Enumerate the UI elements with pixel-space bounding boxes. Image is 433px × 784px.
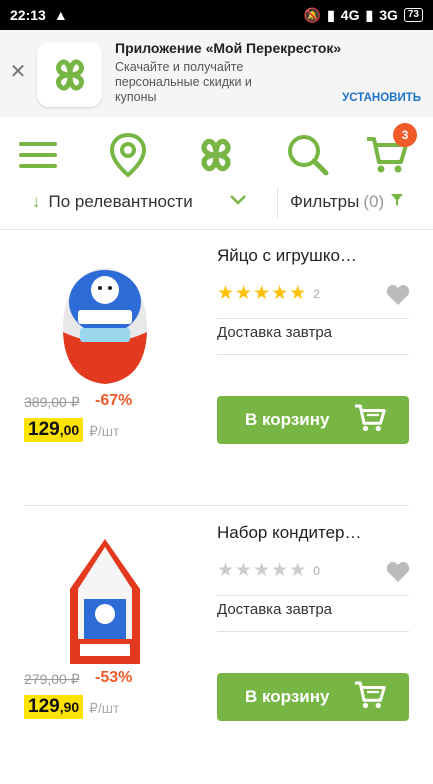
location-pin-icon[interactable]: [108, 129, 148, 181]
network-4g: 4G: [340, 7, 360, 23]
current-price: 129 ,90: [24, 695, 84, 719]
star-icon: ★: [235, 560, 253, 581]
product-image-kinder-egg[interactable]: [50, 252, 160, 397]
star-icon: ★: [271, 560, 289, 581]
star-icon: ★: [235, 283, 253, 304]
status-bar: 22:13 ▲ 🔕 ▮ 4G ▮ 3G 73: [0, 0, 433, 30]
product-image-kinder-set[interactable]: [50, 529, 160, 674]
price-unit: ₽/шт: [89, 700, 120, 716]
delivery-info: Доставка завтра: [217, 601, 332, 618]
divider: [217, 354, 409, 355]
star-icon: ★: [289, 560, 307, 581]
status-right: 🔕 ▮ 4G ▮ 3G 73: [304, 7, 423, 24]
banner-description: Скачайте и получайте персональные скидки…: [115, 60, 252, 104]
divider: [217, 631, 409, 632]
mute-icon: 🔕: [303, 6, 322, 23]
product-name[interactable]: Яйцо с игрушко…: [217, 246, 357, 266]
signal-icon: ▮: [327, 6, 335, 23]
product-card[interactable]: Яйцо с игрушко… ★ ★ ★ ★ ★ 2 Доставка зав…: [0, 232, 433, 507]
divider: [24, 505, 409, 506]
discount-badge: -53%: [95, 669, 133, 686]
sort-label: По релевантности: [48, 192, 193, 211]
discount-badge: -67%: [95, 392, 133, 409]
filters-button[interactable]: Фильтры (0): [290, 188, 404, 216]
add-to-cart-button[interactable]: В корзину: [217, 396, 409, 444]
close-icon[interactable]: ✕: [8, 62, 28, 82]
menu-icon[interactable]: [18, 129, 58, 181]
arrow-down-icon: ↓: [32, 192, 41, 211]
star-icon: ★: [271, 283, 289, 304]
warning-icon: ▲: [53, 7, 68, 23]
price-integer: 129: [28, 696, 60, 717]
logo-icon[interactable]: [190, 129, 242, 181]
sort-filter-bar: ↓ По релевантности Фильтры (0): [0, 188, 433, 230]
review-count: 0: [313, 564, 320, 578]
star-icon: ★: [217, 283, 235, 304]
price-decimal: ,90: [59, 699, 80, 715]
heart-icon[interactable]: [386, 561, 410, 588]
delivery-info: Доставка завтра: [217, 324, 332, 341]
divider: [217, 318, 409, 319]
filters-count: (0): [363, 192, 385, 211]
cart-badge: 3: [393, 123, 417, 147]
filters-label: Фильтры: [290, 192, 360, 211]
old-price: 279,00 ₽: [24, 671, 80, 687]
filter-funnel-icon: [390, 192, 404, 212]
product-name[interactable]: Набор кондитер…: [217, 523, 362, 543]
app-logo-icon: [37, 42, 102, 107]
rating-stars: ★ ★ ★ ★ ★ 0: [217, 561, 320, 581]
sort-dropdown[interactable]: ↓ По релевантности: [32, 188, 193, 216]
star-icon: ★: [217, 560, 235, 581]
chevron-down-icon[interactable]: [228, 192, 248, 211]
star-icon: ★: [253, 283, 271, 304]
cart-icon[interactable]: 3: [365, 123, 417, 181]
rating-stars: ★ ★ ★ ★ ★ 2: [217, 284, 320, 304]
add-to-cart-label: В корзину: [245, 687, 330, 706]
header: 3: [0, 117, 433, 195]
install-button[interactable]: УСТАНОВИТЬ: [342, 92, 421, 104]
heart-icon[interactable]: [386, 284, 410, 311]
price-integer: 129: [28, 419, 60, 440]
price-decimal: ,00: [59, 422, 80, 438]
banner-title: Приложение «Мой Перекресток»: [115, 40, 342, 56]
app-install-banner: ✕ Приложение «Мой Перекресток» Скачайте …: [0, 30, 433, 117]
star-icon: ★: [253, 560, 271, 581]
current-price: 129 ,00: [24, 418, 84, 442]
search-icon[interactable]: [285, 129, 331, 181]
divider: [217, 595, 409, 596]
status-time: 22:13: [10, 7, 46, 23]
price-unit: ₽/шт: [89, 423, 120, 439]
signal-icon-2: ▮: [365, 6, 374, 23]
add-to-cart-button[interactable]: В корзину: [217, 673, 409, 721]
review-count: 2: [313, 287, 320, 301]
divider: [277, 188, 278, 218]
cart-icon: [353, 403, 387, 438]
product-card[interactable]: Набор кондитер… ★ ★ ★ ★ ★ 0 Доставка зав…: [0, 509, 433, 784]
battery-level: 73: [403, 8, 423, 22]
cart-icon: [353, 680, 387, 715]
add-to-cart-label: В корзину: [245, 410, 330, 429]
star-icon: ★: [289, 283, 307, 304]
old-price: 389,00 ₽: [24, 394, 80, 410]
network-3g: 3G: [379, 7, 398, 23]
